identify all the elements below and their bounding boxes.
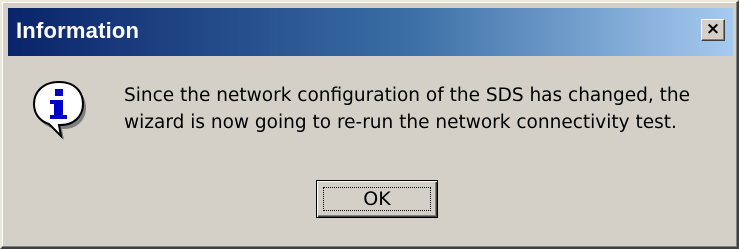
message-line-2: wizard is now going to re-run the networ… [124,112,677,133]
information-dialog: Information × Since the network configur… [0,0,739,249]
ok-button[interactable]: OK [316,180,438,218]
information-icon [32,80,88,142]
dialog-message: Since the network configuration of the S… [124,82,724,136]
close-icon: × [705,19,721,39]
close-button[interactable]: × [701,19,725,41]
dialog-title: Information [16,18,140,43]
ok-button-label: OK [363,188,391,210]
title-bar[interactable]: Information × [8,8,733,56]
message-line-1: Since the network configuration of the S… [124,85,690,106]
information-icon-graphic [32,80,86,140]
